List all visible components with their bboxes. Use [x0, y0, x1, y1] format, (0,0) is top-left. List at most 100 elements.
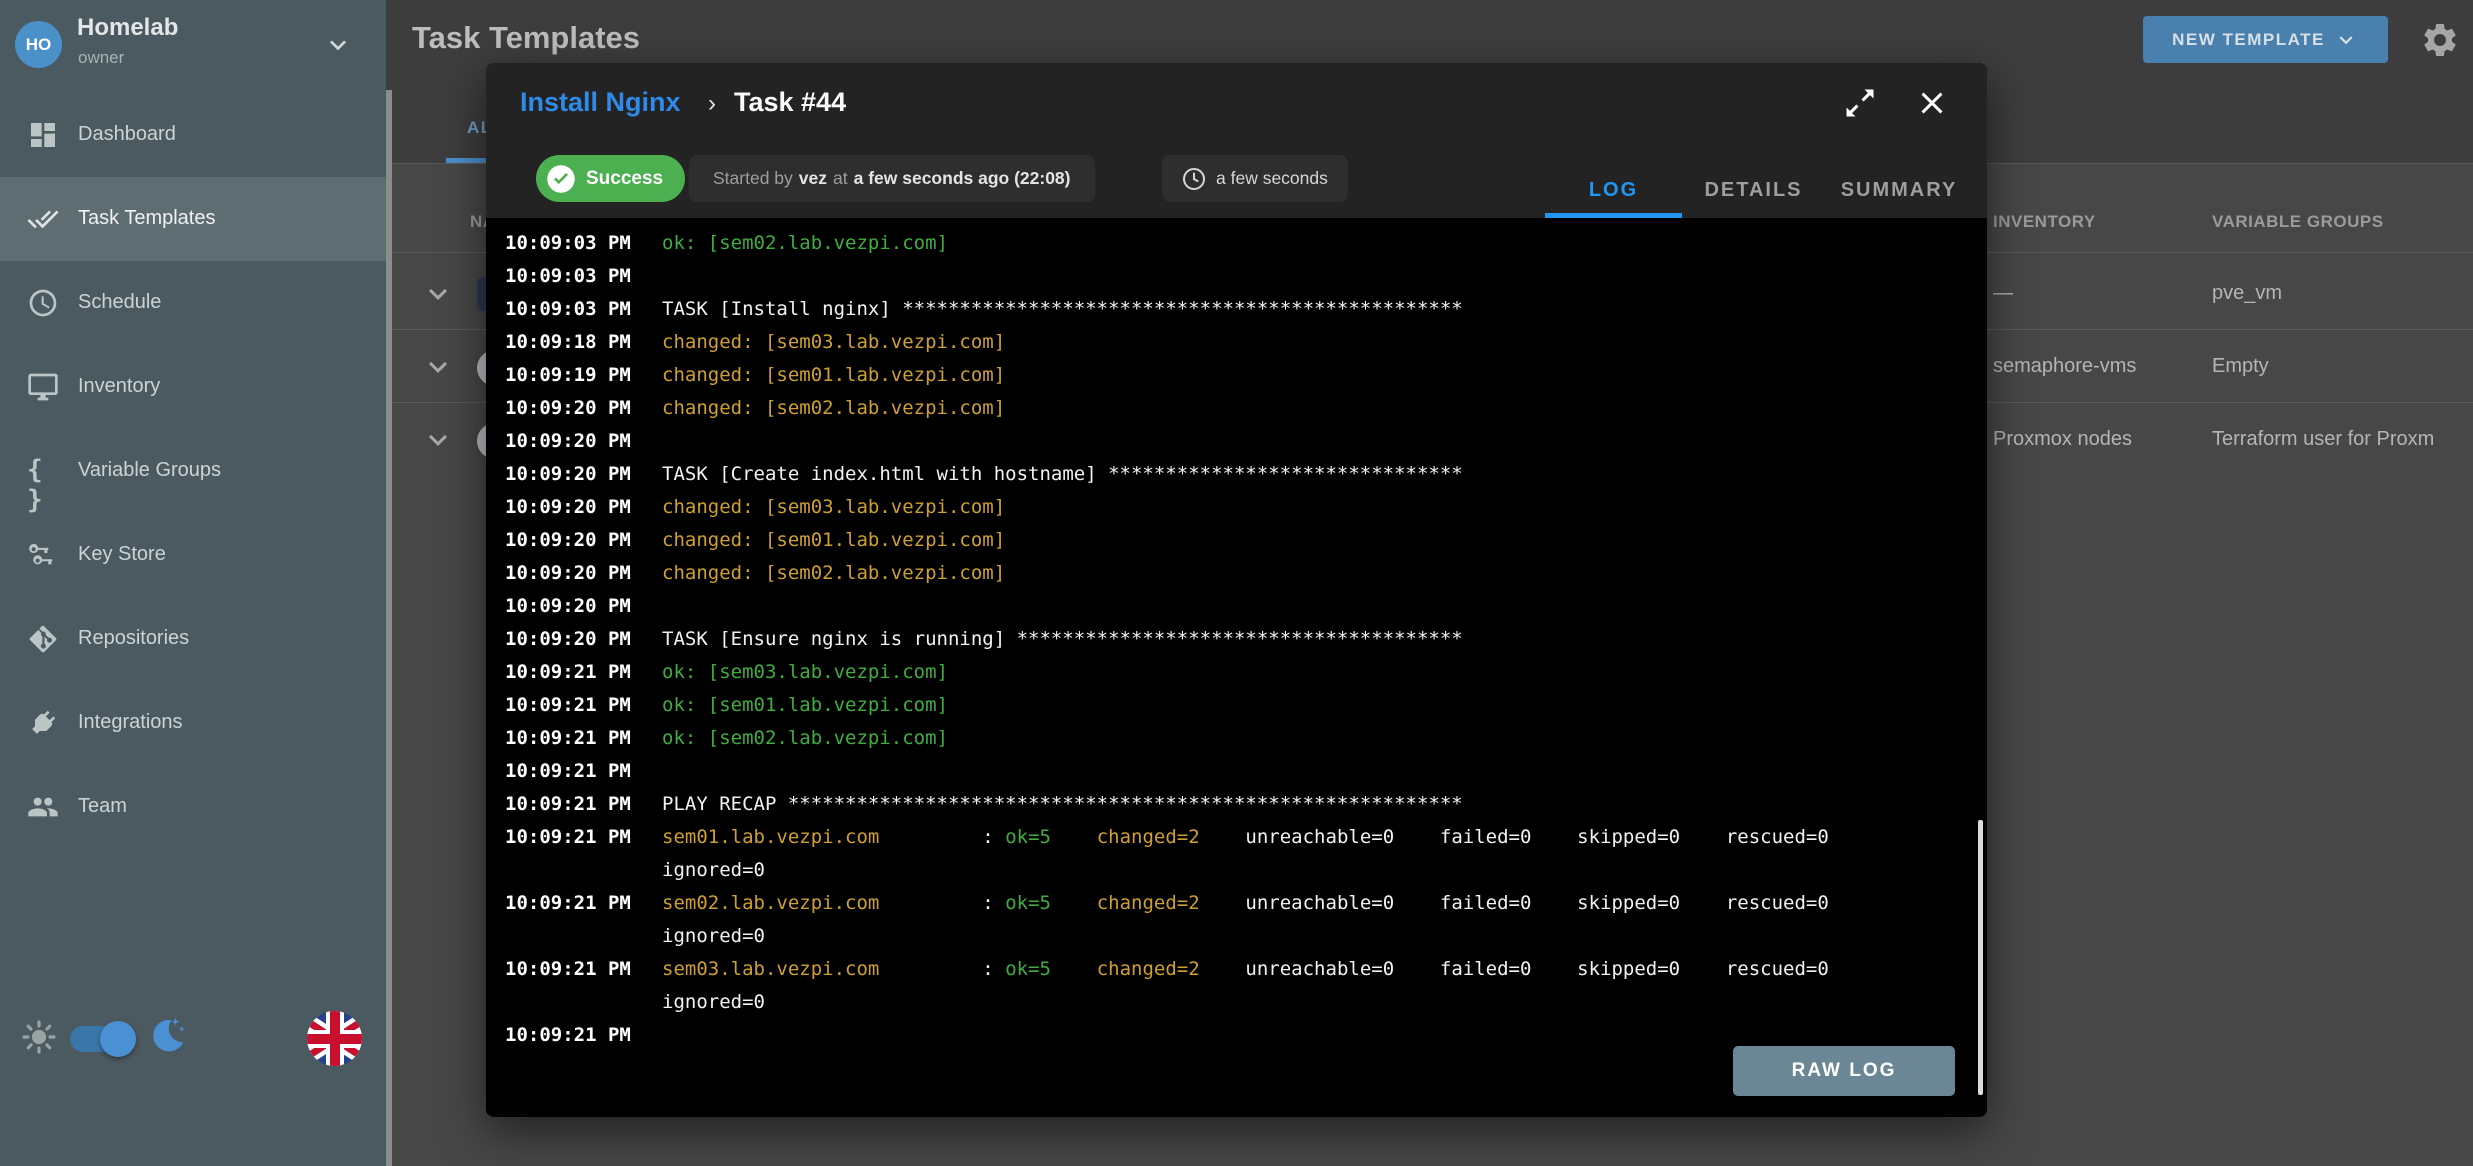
log-timestamp: 10:09:21 PM [486, 1024, 662, 1046]
tab-summary[interactable]: SUMMARY [1825, 163, 1973, 218]
log-text: : [879, 892, 1005, 914]
clock-icon [27, 287, 59, 319]
log-text: PLAY RECAP *****************************… [662, 793, 1463, 815]
log-text: unreachable=0 failed=0 skipped=0 rescued… [1200, 826, 1829, 848]
started-time: a few seconds ago (22:08) [854, 168, 1071, 189]
task-dialog-header: Install Nginx › Task #44 Success Started… [486, 63, 1987, 218]
key-icon [27, 539, 59, 571]
cell-variable-groups: Terraform user for Proxm [2212, 428, 2434, 451]
breadcrumb-separator: › [708, 90, 716, 118]
sidebar-item-label: Inventory [78, 375, 160, 398]
log-text: sem02.lab.vezpi.com [662, 892, 879, 914]
team-role: owner [78, 48, 124, 68]
monitor-icon [27, 371, 59, 403]
new-template-button[interactable]: NEW TEMPLATE [2143, 16, 2388, 63]
sidebar-item-integrations[interactable]: Integrations [0, 681, 386, 765]
sidebar-item-key-store[interactable]: Key Store [0, 513, 386, 597]
log-timestamp: 10:09:20 PM [486, 595, 662, 617]
sidebar-item-variable-groups[interactable]: { }Variable Groups [0, 429, 386, 513]
log-scrollbar-thumb[interactable] [1978, 820, 1983, 1095]
new-template-label: NEW TEMPLATE [2172, 30, 2325, 50]
task-log-output[interactable]: 10:09:03 PMok: [sem02.lab.vezpi.com]10:0… [486, 218, 1987, 1117]
drawer-scrollbar[interactable] [386, 90, 392, 1166]
sidebar-item-label: Schedule [78, 291, 161, 314]
chevron-down-icon[interactable] [420, 422, 456, 458]
tab-log[interactable]: LOG [1545, 163, 1682, 218]
sidebar-item-label: Repositories [78, 627, 189, 650]
screen: Task Templates ALL NEW TEMPLATE NAME INV… [0, 0, 2473, 1166]
started-connector: at [833, 168, 848, 189]
log-text: ok=5 [1005, 958, 1051, 980]
moon-icon [146, 1014, 188, 1056]
log-timestamp: 10:09:20 PM [486, 496, 662, 518]
sidebar-item-team[interactable]: Team [0, 765, 386, 849]
log-timestamp: 10:09:19 PM [486, 364, 662, 386]
sidebar-item-inventory[interactable]: Inventory [0, 345, 386, 429]
chevron-down-icon[interactable] [420, 349, 456, 385]
log-text: unreachable=0 failed=0 skipped=0 rescued… [1200, 958, 1829, 980]
log-text: changed=2 [1097, 892, 1200, 914]
log-timestamp: 10:09:20 PM [486, 397, 662, 419]
log-text: changed: [sem02.lab.vezpi.com] [662, 397, 1005, 419]
page-title: Task Templates [412, 20, 640, 56]
user-row[interactable]: vez Admin [0, 1100, 386, 1160]
log-text: changed: [sem03.lab.vezpi.com] [662, 331, 1005, 353]
raw-log-button[interactable]: RAW LOG [1733, 1046, 1955, 1096]
log-line: 10:09:20 PMchanged: [sem02.lab.vezpi.com… [486, 391, 1987, 424]
log-text: unreachable=0 failed=0 skipped=0 rescued… [1200, 892, 1829, 914]
log-timestamp: 10:09:18 PM [486, 331, 662, 353]
chevron-down-icon[interactable] [420, 276, 456, 312]
tab-details[interactable]: DETAILS [1685, 163, 1822, 218]
log-timestamp: 10:09:20 PM [486, 430, 662, 452]
gear-icon[interactable] [2420, 20, 2460, 60]
log-text [1051, 826, 1097, 848]
team-name: Homelab [77, 14, 178, 42]
sidebar-item-label: Team [78, 795, 127, 818]
breadcrumb-template-link[interactable]: Install Nginx [520, 87, 681, 118]
log-text: : [879, 958, 1005, 980]
log-text: ok: [sem02.lab.vezpi.com] [662, 727, 948, 749]
theme-toggle-thumb [100, 1021, 136, 1057]
log-text: changed: [sem01.lab.vezpi.com] [662, 364, 1005, 386]
sidebar-item-label: Integrations [78, 711, 183, 734]
theme-toggle[interactable] [70, 1026, 132, 1052]
log-text: TASK [Create index.html with hostname] *… [662, 463, 1463, 485]
log-line: 10:09:20 PM [486, 424, 1987, 457]
cell-inventory: semaphore-vms [1993, 355, 2136, 378]
plug-icon [27, 707, 59, 739]
log-text: ok: [sem02.lab.vezpi.com] [662, 232, 948, 254]
language-flag-uk[interactable] [307, 1011, 362, 1066]
log-text: ignored=0 [662, 925, 765, 947]
team-switcher[interactable]: HO Homelab owner [0, 0, 386, 88]
sidebar-item-task-templates[interactable]: Task Templates [0, 177, 386, 261]
log-text: changed: [sem02.lab.vezpi.com] [662, 562, 1005, 584]
done-all-icon [27, 203, 59, 235]
sidebar-item-dashboard[interactable]: Dashboard [0, 93, 386, 177]
log-line: 10:09:21 PMok: [sem03.lab.vezpi.com] [486, 655, 1987, 688]
duration-label: a few seconds [1216, 168, 1328, 189]
log-timestamp: 10:09:20 PM [486, 628, 662, 650]
expand-icon[interactable] [1842, 85, 1878, 121]
log-timestamp: 10:09:21 PM [486, 793, 662, 815]
log-timestamp: 10:09:03 PM [486, 232, 662, 254]
log-line: ignored=0 [486, 853, 1987, 886]
log-line: 10:09:18 PMchanged: [sem03.lab.vezpi.com… [486, 325, 1987, 358]
sidebar-item-label: Dashboard [78, 123, 176, 146]
log-text: TASK [Install nginx] *******************… [662, 298, 1463, 320]
log-timestamp: 10:09:20 PM [486, 529, 662, 551]
sidebar: HO Homelab owner Dashboard Task Templates… [0, 0, 386, 1166]
sidebar-item-schedule[interactable]: Schedule [0, 261, 386, 345]
duration-chip: a few seconds [1162, 155, 1348, 202]
log-line: 10:09:21 PM [486, 754, 1987, 787]
task-dialog: Install Nginx › Task #44 Success Started… [486, 63, 1987, 1117]
sidebar-item-repositories[interactable]: Repositories [0, 597, 386, 681]
started-prefix: Started by [713, 168, 793, 189]
log-text: sem01.lab.vezpi.com [662, 826, 879, 848]
cell-inventory: Proxmox nodes [1993, 428, 2132, 451]
log-text: ok=5 [1005, 826, 1051, 848]
log-text: ok: [sem03.lab.vezpi.com] [662, 661, 948, 683]
close-icon[interactable] [1914, 85, 1950, 121]
log-text: ignored=0 [662, 991, 765, 1013]
log-text: changed=2 [1097, 826, 1200, 848]
log-line: 10:09:21 PMsem02.lab.vezpi.com : ok=5 ch… [486, 886, 1987, 919]
